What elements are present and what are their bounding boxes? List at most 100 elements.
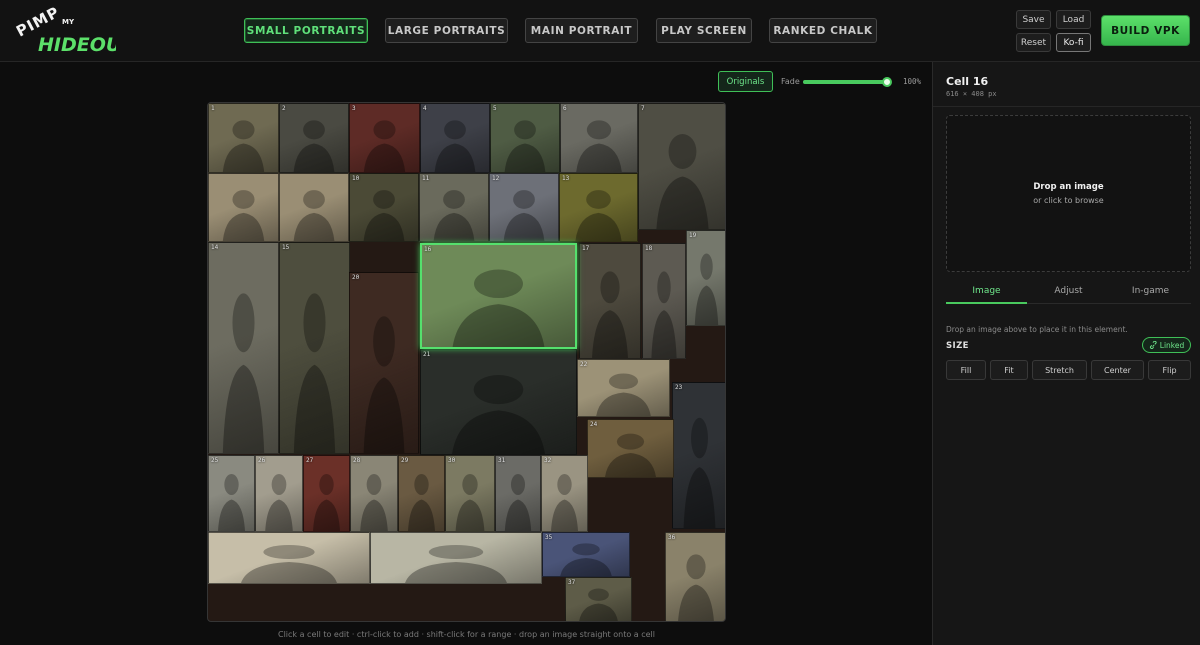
fade-slider[interactable] — [803, 77, 892, 87]
board-cell[interactable]: 10 — [349, 173, 419, 242]
board-cell[interactable]: 30 — [445, 455, 495, 532]
size-fit-button[interactable]: Fit — [990, 360, 1028, 380]
portrait-thumbnail — [363, 316, 405, 453]
board-cell[interactable]: 19 — [686, 230, 725, 326]
cell-number: 13 — [562, 175, 570, 182]
portrait-thumbnail — [433, 190, 475, 241]
tab-in-game[interactable]: In-game — [1110, 286, 1191, 296]
portrait-thumbnail — [222, 120, 265, 172]
board-cell[interactable]: 2 — [279, 103, 349, 173]
board-cell[interactable] — [370, 532, 542, 584]
fade-slider-thumb[interactable] — [882, 77, 892, 87]
app-logo[interactable]: PIMP MY HIDEOUT — [12, 6, 116, 56]
save-button[interactable]: Save — [1016, 10, 1051, 29]
board-cell[interactable] — [279, 173, 349, 242]
tab-large-portraits[interactable]: LARGE PORTRAITS — [385, 18, 508, 43]
logo-line2: HIDEOUT — [38, 34, 116, 56]
panel-divider — [933, 106, 1200, 107]
cell-number: 29 — [401, 457, 409, 464]
portrait-thumbnail — [678, 554, 714, 621]
size-flip-button[interactable]: Flip — [1148, 360, 1191, 380]
portrait-thumbnail — [560, 543, 612, 576]
board-cell[interactable]: 17 — [579, 243, 641, 359]
board-cell[interactable]: 31 — [495, 455, 541, 532]
cell-number: 30 — [448, 457, 456, 464]
board-cell[interactable] — [208, 173, 279, 242]
portrait-thumbnail — [218, 474, 245, 531]
board-cell[interactable]: 28 — [350, 455, 398, 532]
cell-number: 28 — [353, 457, 361, 464]
build-vpk-button[interactable]: BUILD VPK — [1101, 15, 1190, 46]
cell-number: 21 — [423, 351, 431, 358]
board-cell[interactable]: 20 — [349, 272, 419, 454]
image-dropzone[interactable]: Drop an image or click to browse — [946, 115, 1191, 272]
tab-adjust[interactable]: Adjust — [1028, 286, 1109, 296]
board-cell[interactable]: 22 — [577, 359, 670, 417]
board-cell[interactable]: 36 — [665, 532, 725, 621]
board-cell[interactable]: 35 — [542, 532, 630, 577]
board-cell[interactable]: 1 — [208, 103, 279, 173]
originals-toggle[interactable]: Originals — [718, 71, 773, 92]
board-cell[interactable]: 25 — [208, 455, 255, 532]
cell-number: 10 — [352, 175, 360, 182]
portrait-thumbnail — [434, 120, 476, 172]
reset-button[interactable]: Reset — [1016, 33, 1051, 52]
board-cell[interactable]: 21 — [420, 349, 577, 455]
board-cell[interactable]: 15 — [279, 242, 350, 454]
board-cell[interactable]: 32 — [541, 455, 588, 532]
board-cell[interactable]: 26 — [255, 455, 303, 532]
portrait-thumbnail — [265, 474, 293, 531]
tab-ranked-chalk[interactable]: RANKED CHALK — [769, 18, 877, 43]
cell-number: 16 — [424, 246, 432, 253]
board-cell[interactable]: 6 — [560, 103, 638, 173]
board-cell[interactable]: 3 — [349, 103, 420, 173]
portrait-thumbnail — [452, 374, 545, 454]
tab-image[interactable]: Image — [946, 286, 1027, 296]
board-cell[interactable]: 7 — [638, 103, 725, 230]
board-cell-selected[interactable]: 16 — [420, 243, 577, 349]
portrait-thumbnail — [576, 120, 622, 172]
board-cell[interactable]: 37 — [565, 577, 632, 621]
linked-toggle[interactable]: Linked — [1142, 337, 1191, 353]
load-button[interactable]: Load — [1056, 10, 1091, 29]
board-cell[interactable]: 4 — [420, 103, 490, 173]
cell-number: 25 — [211, 457, 219, 464]
board-cell[interactable] — [208, 532, 370, 584]
cell-number: 23 — [675, 384, 683, 391]
board-cell[interactable]: 27 — [303, 455, 350, 532]
size-center-button[interactable]: Center — [1091, 360, 1144, 380]
tab-play-screen[interactable]: PLAY SCREEN — [656, 18, 752, 43]
board-cell[interactable]: 29 — [398, 455, 445, 532]
board-cell[interactable]: 13 — [559, 173, 638, 242]
cell-number: 27 — [306, 457, 314, 464]
board-cell[interactable]: 5 — [490, 103, 560, 173]
cell-number: 18 — [645, 245, 653, 252]
portrait-thumbnail — [504, 474, 532, 531]
cell-number: 17 — [582, 245, 590, 252]
cell-number: 22 — [580, 361, 588, 368]
cell-number: 12 — [492, 175, 500, 182]
size-stretch-button[interactable]: Stretch — [1032, 360, 1087, 380]
portrait-thumbnail — [455, 474, 485, 531]
tab-small-portraits[interactable]: SMALL PORTRAITS — [244, 18, 368, 43]
cell-number: 4 — [423, 105, 427, 112]
board-hint: Click a cell to edit · ctrl-click to add… — [278, 630, 655, 639]
fade-slider-fill — [803, 80, 887, 84]
cell-number: 1 — [211, 105, 215, 112]
board-cell[interactable]: 11 — [419, 173, 489, 242]
board-cell[interactable]: 12 — [489, 173, 559, 242]
cell-number: 36 — [668, 534, 676, 541]
kofi-button[interactable]: Ko-fi — [1056, 33, 1091, 52]
board-cell[interactable]: 23 — [672, 382, 725, 529]
board-cell[interactable]: 24 — [587, 419, 674, 478]
size-fill-button[interactable]: Fill — [946, 360, 986, 380]
board-cell[interactable]: 14 — [208, 242, 279, 454]
tab-main-portrait[interactable]: MAIN PORTRAIT — [525, 18, 638, 43]
cell-number: 19 — [689, 232, 697, 239]
portrait-thumbnail — [241, 545, 337, 583]
portrait-board[interactable]: 1 2 3 4 5 6 7 10 11 12 13 14 15 16 17 18 19 20 21 22 23 24 25 2… — [207, 102, 726, 622]
portrait-thumbnail — [293, 190, 335, 241]
portrait-thumbnail — [222, 190, 265, 241]
cell-number: 24 — [590, 421, 598, 428]
board-cell[interactable]: 18 — [642, 243, 686, 359]
